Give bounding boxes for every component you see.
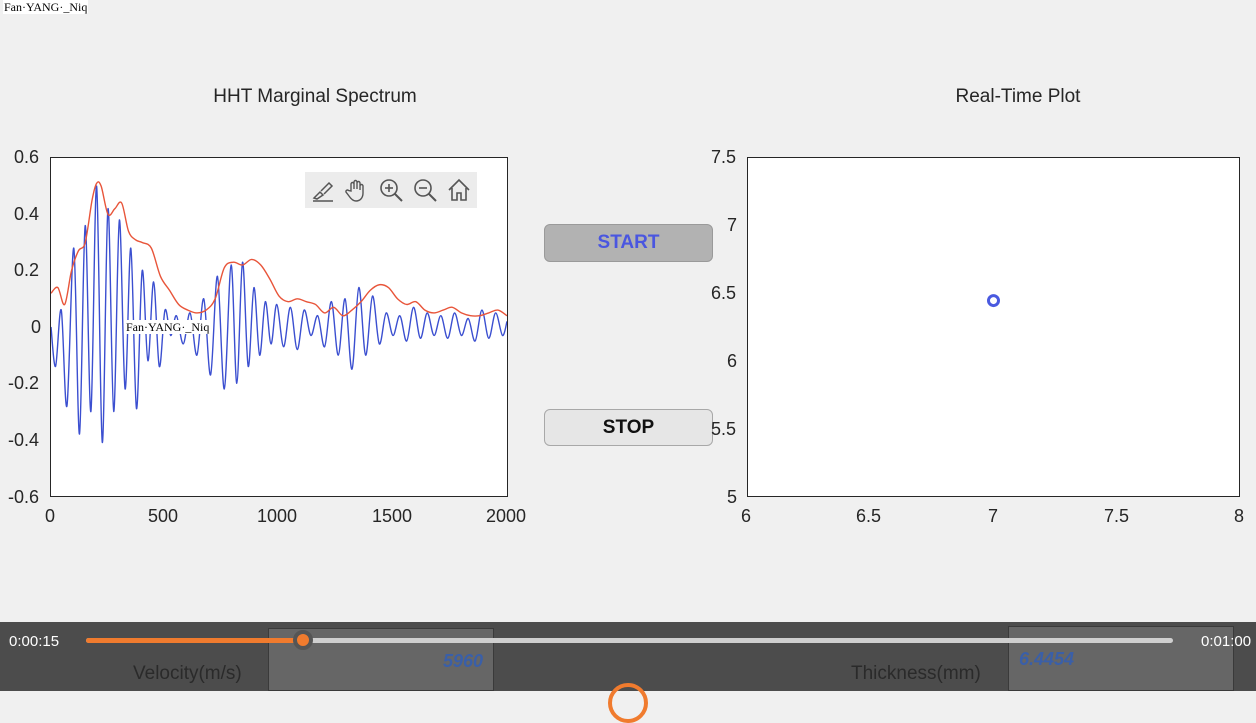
scatter-point bbox=[987, 294, 1000, 308]
pan-hand-icon[interactable] bbox=[341, 174, 373, 206]
right-x-tick: 8 bbox=[1234, 506, 1245, 526]
velocity-label: Velocity(m/s) bbox=[133, 663, 242, 684]
right-y-tick: 6 bbox=[727, 351, 738, 371]
left-y-tick: 0.2 bbox=[14, 260, 40, 280]
right-plot-area[interactable] bbox=[747, 157, 1240, 497]
left-plot-title: HHT Marginal Spectrum bbox=[213, 86, 417, 107]
watermark-label: Fan·YANG·_Niq bbox=[3, 0, 89, 14]
axes-toolbar bbox=[305, 172, 477, 208]
right-y-tick: 5 bbox=[727, 487, 738, 507]
right-plot-svg bbox=[987, 294, 1000, 308]
thickness-label: Thickness(mm) bbox=[851, 663, 981, 684]
series-line-0 bbox=[51, 185, 507, 444]
right-x-tick: 6.5 bbox=[856, 506, 882, 526]
start-button[interactable]: START bbox=[544, 224, 713, 262]
left-plot-svg bbox=[51, 181, 507, 444]
left-y-tick: 0.4 bbox=[14, 204, 40, 224]
right-y-tick: 7.5 bbox=[711, 147, 737, 167]
zoom-in-icon[interactable] bbox=[375, 174, 407, 206]
right-x-tick: 7.5 bbox=[1104, 506, 1130, 526]
left-y-tick: -0.6 bbox=[8, 487, 40, 507]
home-icon[interactable] bbox=[443, 174, 475, 206]
left-y-tick: 0.6 bbox=[14, 147, 40, 167]
zoom-out-icon[interactable] bbox=[409, 174, 441, 206]
right-plot-title: Real-Time Plot bbox=[955, 86, 1081, 107]
watermark-label: Fan·YANG·_Niq bbox=[125, 320, 211, 334]
loading-spinner-icon bbox=[608, 683, 648, 723]
left-x-tick: 1000 bbox=[257, 506, 298, 526]
total-time: 0:01:00 bbox=[1201, 633, 1252, 650]
left-x-tick: 500 bbox=[148, 506, 179, 526]
left-plot-area[interactable]: Fan·YANG·_Niq bbox=[50, 157, 508, 497]
progress-fill bbox=[86, 638, 304, 643]
left-y-tick: -0.2 bbox=[8, 373, 40, 393]
current-time: 0:00:15 bbox=[9, 633, 60, 650]
left-x-tick: 0 bbox=[45, 506, 56, 526]
left-x-tick: 2000 bbox=[486, 506, 527, 526]
left-y-tick: 0 bbox=[31, 317, 42, 337]
brush-icon[interactable] bbox=[307, 174, 339, 206]
left-y-tick: -0.4 bbox=[8, 430, 40, 450]
right-y-tick: 6.5 bbox=[711, 283, 737, 303]
right-y-tick: 7 bbox=[727, 215, 738, 235]
right-y-tick: 5.5 bbox=[711, 419, 737, 439]
video-player-bar: Velocity(m/s) 5960 Thickness(mm) 6.4454 … bbox=[0, 622, 1256, 723]
left-x-tick: 1500 bbox=[372, 506, 413, 526]
right-x-tick: 7 bbox=[988, 506, 999, 526]
stop-button[interactable]: STOP bbox=[544, 409, 713, 446]
right-x-tick: 6 bbox=[741, 506, 752, 526]
